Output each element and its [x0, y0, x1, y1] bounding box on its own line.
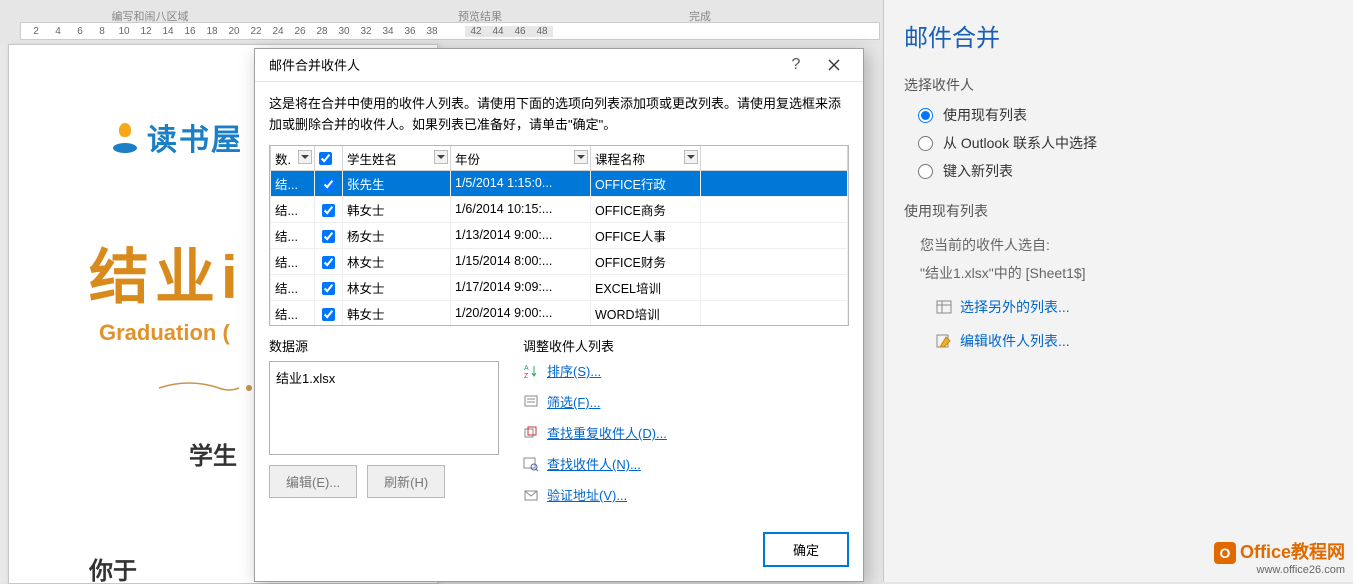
mail-merge-recipients-dialog: 邮件合并收件人 ? 这是将在合并中使用的收件人列表。请使用下面的选项向列表添加项…	[254, 48, 864, 582]
refresh-button[interactable]: 刷新(H)	[367, 465, 445, 498]
horizontal-ruler: 2468101214161820222426283032343638424446…	[20, 22, 880, 40]
validate-icon	[523, 487, 539, 503]
datasource-list[interactable]: 结业1.xlsx	[269, 361, 499, 455]
search-icon	[523, 456, 539, 472]
close-icon	[828, 59, 840, 71]
edit-source-button[interactable]: 编辑(E)...	[269, 465, 357, 498]
current-source-value: "结业1.xlsx"中的 [Sheet1$]	[920, 263, 1333, 283]
edit-recipient-list-link[interactable]: 编辑收件人列表...	[936, 331, 1333, 351]
row-checkbox[interactable]	[322, 178, 335, 191]
row-checkbox[interactable]	[322, 282, 335, 295]
use-existing-label: 使用现有列表	[904, 201, 1333, 221]
edit-list-icon	[936, 333, 952, 349]
radio-new-list[interactable]: 键入新列表	[918, 161, 1333, 181]
filter-icon	[523, 394, 539, 410]
close-button[interactable]	[815, 51, 853, 79]
mail-merge-pane: 邮件合并 选择收件人 使用现有列表 从 Outlook 联系人中选择 键入新列表…	[883, 0, 1353, 582]
find-recipient-link[interactable]: 查找收件人(N)...	[523, 454, 849, 473]
ok-button[interactable]: 确定	[763, 532, 849, 567]
radio-outlook[interactable]: 从 Outlook 联系人中选择	[918, 133, 1333, 153]
col-header-spacer	[701, 146, 848, 170]
col-header-source[interactable]: 数.	[271, 146, 315, 170]
validate-address-link[interactable]: 验证地址(V)...	[523, 485, 849, 504]
datasource-label: 数据源	[269, 336, 499, 355]
table-row[interactable]: 结...韩女士1/6/2014 10:15:...OFFICE商务	[271, 196, 848, 222]
select-all-checkbox[interactable]	[319, 152, 332, 165]
table-row[interactable]: 结...韩女士1/20/2014 9:00:...WORD培训	[271, 300, 848, 326]
col-header-checkbox[interactable]	[315, 146, 343, 170]
radio-use-existing[interactable]: 使用现有列表	[918, 105, 1333, 125]
pane-title: 邮件合并	[904, 18, 1333, 53]
dialog-titlebar[interactable]: 邮件合并收件人 ?	[255, 49, 863, 82]
logo-icon	[109, 121, 141, 153]
dropdown-icon[interactable]	[684, 150, 698, 164]
svg-text:Z: Z	[524, 373, 529, 379]
table-icon	[936, 299, 952, 315]
row-checkbox[interactable]	[322, 230, 335, 243]
adjust-label: 调整收件人列表	[523, 336, 849, 355]
dropdown-icon[interactable]	[434, 150, 448, 164]
filter-link[interactable]: 筛选(F)...	[523, 392, 849, 411]
choose-other-list-link[interactable]: 选择另外的列表...	[936, 297, 1333, 317]
select-recipients-label: 选择收件人	[904, 75, 1333, 95]
dialog-description: 这是将在合并中使用的收件人列表。请使用下面的选项向列表添加项或更改列表。请使用复…	[255, 82, 863, 146]
dropdown-icon[interactable]	[298, 150, 312, 164]
dropdown-icon[interactable]	[574, 150, 588, 164]
sort-link[interactable]: AZ 排序(S)...	[523, 361, 849, 380]
svg-text:A: A	[524, 365, 529, 372]
table-row[interactable]: 结...林女士1/17/2014 9:09:...EXCEL培训	[271, 274, 848, 300]
table-row[interactable]: 结...林女士1/15/2014 8:00:...OFFICE财务	[271, 248, 848, 274]
help-button[interactable]: ?	[777, 51, 815, 79]
row-checkbox[interactable]	[322, 204, 335, 217]
col-header-date[interactable]: 年份	[451, 146, 591, 170]
current-source-label: 您当前的收件人选自:	[920, 235, 1333, 255]
watermark: OOffice教程网 www.office26.com	[1214, 538, 1345, 576]
dialog-title: 邮件合并收件人	[269, 55, 777, 74]
col-header-name[interactable]: 学生姓名	[343, 146, 451, 170]
row-checkbox[interactable]	[322, 308, 335, 321]
col-header-course[interactable]: 课程名称	[591, 146, 701, 170]
watermark-icon: O	[1214, 542, 1236, 564]
table-row[interactable]: 结...张先生1/5/2014 1:15:0...OFFICE行政	[271, 170, 848, 196]
sort-icon: AZ	[523, 363, 539, 379]
logo-text: 读书屋	[147, 115, 243, 159]
row-checkbox[interactable]	[322, 256, 335, 269]
table-row[interactable]: 结...杨女士1/13/2014 9:00:...OFFICE人事	[271, 222, 848, 248]
find-duplicates-link[interactable]: 查找重复收件人(D)...	[523, 423, 849, 442]
duplicates-icon	[523, 425, 539, 441]
recipients-table[interactable]: 数. 学生姓名 年份 课程名称 结...张先生1/5/2014 1:15:0..…	[269, 145, 849, 326]
